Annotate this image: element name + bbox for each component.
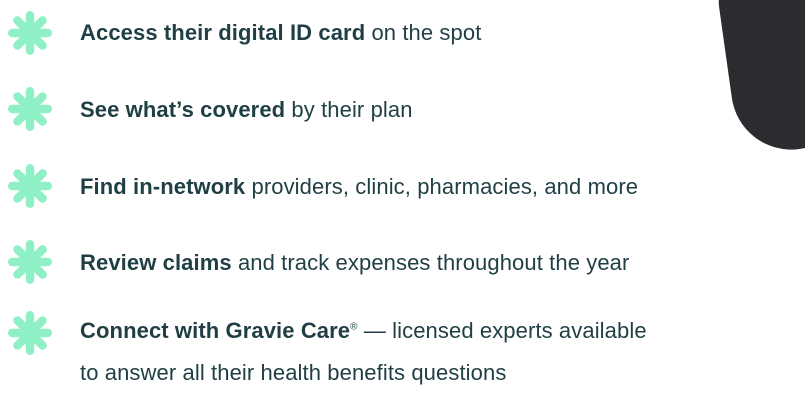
benefit-rest-text: — licensed experts available <box>357 318 647 343</box>
benefit-text: See what’s covered by their plan <box>80 93 797 127</box>
benefit-bold-text: See what’s covered <box>80 97 286 122</box>
benefit-text: Access their digital ID card on the spot <box>80 16 797 50</box>
sparkle-star-icon <box>8 87 52 131</box>
benefit-text: Connect with Gravie Care® — licensed exp… <box>80 314 797 348</box>
benefits-list: Access their digital ID card on the spot… <box>0 0 805 405</box>
benefit-rest-text: by their plan <box>285 97 413 122</box>
sparkle-star-icon <box>8 11 52 55</box>
benefit-bold-text: Connect with Gravie Care <box>80 318 351 343</box>
benefit-bold-text: Access their digital ID card <box>80 20 366 45</box>
sparkle-star-icon <box>8 311 52 355</box>
benefit-rest-text: providers, clinic, pharmacies, and more <box>245 174 639 199</box>
sparkle-star-icon <box>8 240 52 284</box>
registered-mark: ® <box>350 321 358 333</box>
benefit-bold-text: Find in-network <box>80 174 246 199</box>
benefit-rest-text: on the spot <box>365 20 482 45</box>
benefit-rest-text: and track expenses throughout the year <box>231 250 630 275</box>
sparkle-star-icon <box>8 164 52 208</box>
benefit-text: Find in-network providers, clinic, pharm… <box>80 170 797 204</box>
benefit-bold-text: Review claims <box>80 250 232 275</box>
benefit-text: Review claims and track expenses through… <box>80 246 797 280</box>
benefit-text-line2: to answer all their health benefits ques… <box>80 360 507 385</box>
